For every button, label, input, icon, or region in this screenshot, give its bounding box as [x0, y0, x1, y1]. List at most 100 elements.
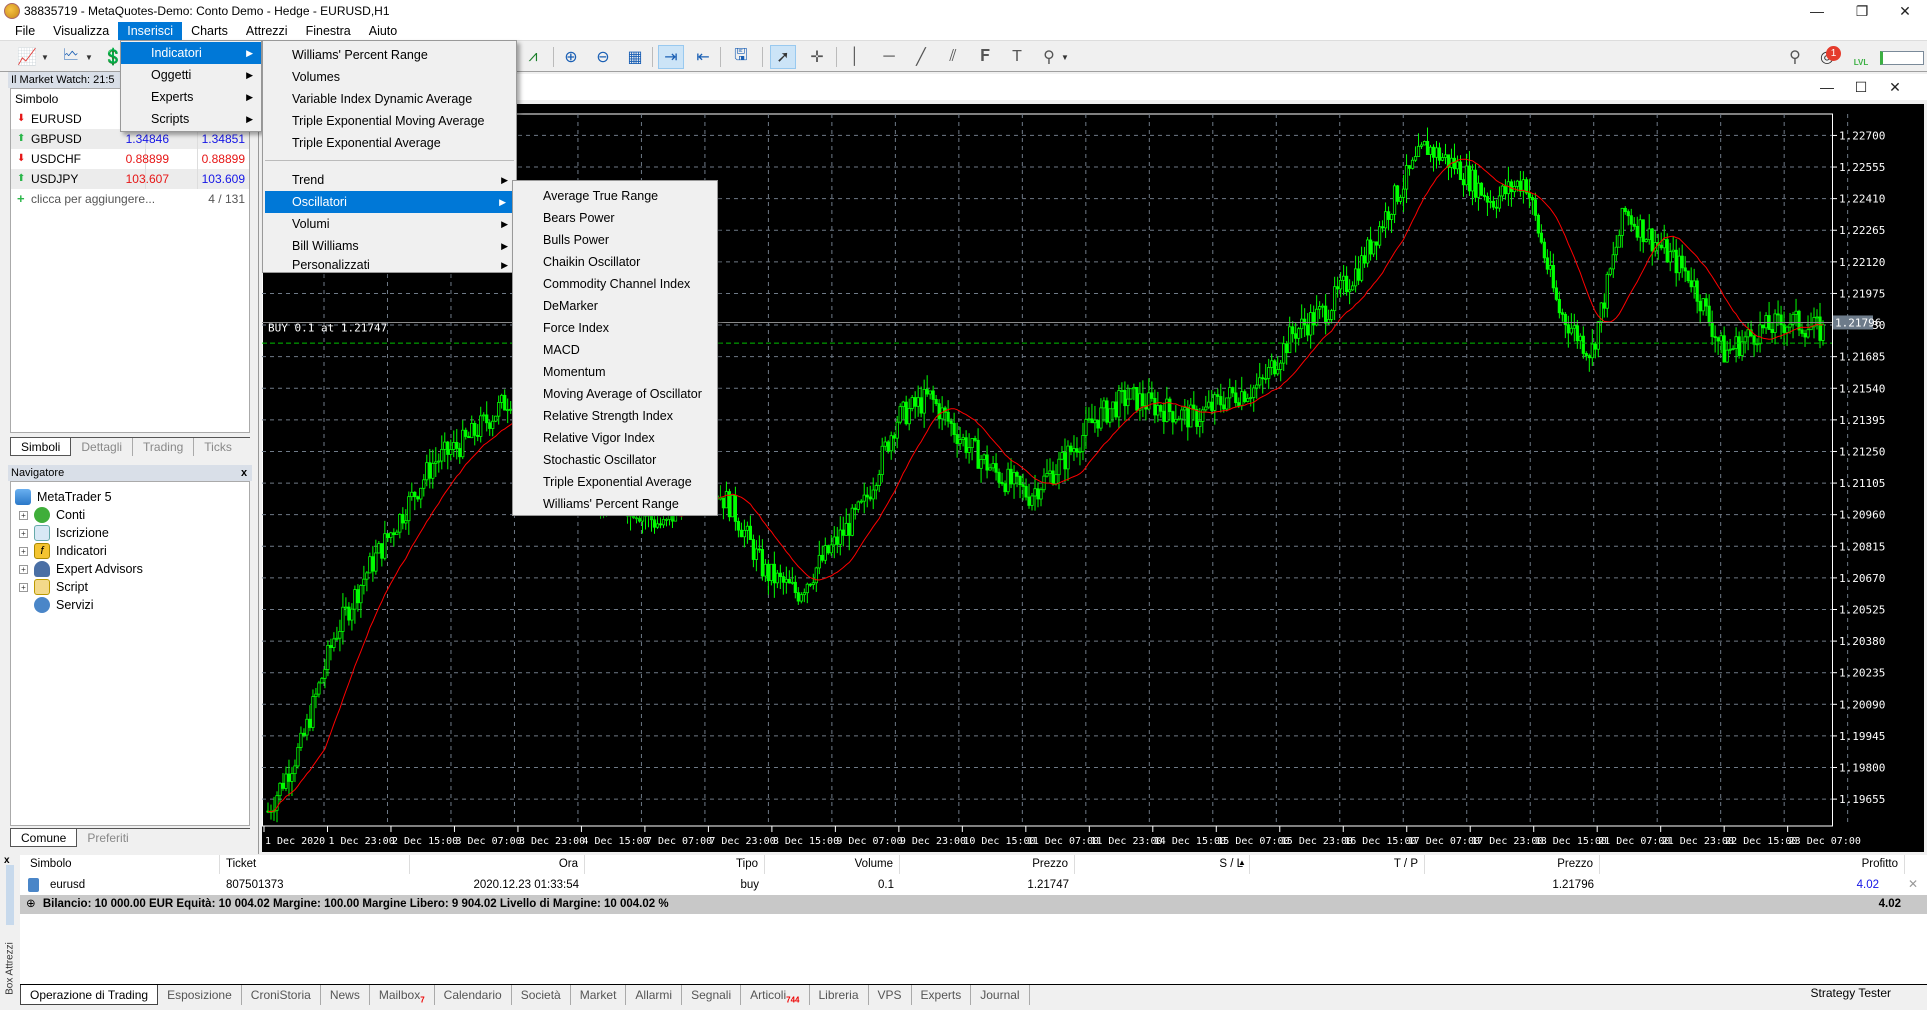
menu-item-oscillator[interactable]: DeMarker	[513, 295, 717, 317]
tab-experts[interactable]: Experts	[912, 985, 972, 1005]
menu-item-tema[interactable]: Triple Exponential Moving Average	[263, 110, 516, 132]
menu-item-vidya[interactable]: Variable Index Dynamic Average	[263, 88, 516, 110]
column-header[interactable]: Volume	[765, 855, 900, 874]
zoom-out-icon[interactable]: ⊖	[590, 45, 616, 69]
tab-segnali[interactable]: Segnali	[682, 985, 742, 1005]
menu-item-oscillator[interactable]: MACD	[513, 339, 717, 361]
menu-charts[interactable]: Charts	[182, 22, 237, 40]
menu-item-oscillator[interactable]: Relative Vigor Index	[513, 427, 717, 449]
menu-item-oscillator[interactable]: Relative Strength Index	[513, 405, 717, 427]
column-header[interactable]: Profitto	[1600, 855, 1905, 874]
menu-item-oscillator[interactable]: Chaikin Oscillator	[513, 251, 717, 273]
menu-item-oscillator[interactable]: Momentum	[513, 361, 717, 383]
menu-item-trend[interactable]: Trend ▶	[263, 169, 516, 191]
menu-visualizza[interactable]: Visualizza	[44, 22, 118, 40]
chart-close-button[interactable]: ✕	[1873, 76, 1917, 98]
strategy-tester-tab[interactable]: Strategy Tester	[1811, 986, 1891, 1000]
tab-dettagli[interactable]: Dettagli	[71, 438, 134, 456]
new-chart-icon[interactable]: 📈	[14, 45, 40, 69]
tab-calendario[interactable]: Calendario	[435, 985, 512, 1005]
tab-operazione-di-trading[interactable]: Operazione di Trading	[20, 985, 159, 1005]
auto-scroll-icon[interactable]: ⇤	[690, 45, 716, 69]
fibonacci-icon[interactable]: 𝐅	[972, 45, 998, 69]
menu-item-indicatori[interactable]: Indicatori ▶	[121, 42, 261, 64]
zoom-in-icon[interactable]: ⊕	[558, 45, 584, 69]
column-header[interactable]: Ora	[410, 855, 585, 874]
minimize-button[interactable]: —	[1795, 0, 1839, 22]
menu-item-oscillator[interactable]: Commodity Channel Index	[513, 273, 717, 295]
text-icon[interactable]: T	[1004, 45, 1030, 69]
line-chart-icon[interactable]: ⩘	[520, 45, 546, 69]
trendline-icon[interactable]: ╱	[908, 45, 934, 69]
expand-circle-icon[interactable]: ⊕	[26, 898, 36, 910]
navigator-close-button[interactable]: x	[236, 465, 252, 481]
tab-trading[interactable]: Trading	[133, 438, 195, 456]
tile-windows-icon[interactable]: ▦	[622, 45, 648, 69]
header-simbolo[interactable]: Simbolo	[15, 89, 58, 109]
chevron-down-icon[interactable]: ▼	[1060, 45, 1070, 69]
vertical-line-icon[interactable]: │	[842, 45, 868, 69]
tab-esposizione[interactable]: Esposizione	[158, 985, 242, 1005]
menu-item-oscillator[interactable]: Bulls Power	[513, 229, 717, 251]
crosshair-icon[interactable]: ✛	[804, 45, 830, 69]
close-position-icon[interactable]: ✕	[1908, 877, 1918, 891]
menu-item-volumes[interactable]: Volumes	[263, 66, 516, 88]
cursor-icon[interactable]: ➚	[770, 45, 796, 69]
market-watch-row[interactable]: ⬆ USDJPY 103.607 103.609	[11, 169, 249, 189]
tab-journal[interactable]: Journal	[971, 985, 1030, 1005]
menu-item-oscillator[interactable]: Bears Power	[513, 207, 717, 229]
market-watch-row[interactable]: ⬇ USDCHF 0.88899 0.88899	[11, 149, 249, 169]
menu-item-bill-williams[interactable]: Bill Williams ▶	[263, 235, 516, 257]
nav-item-servizi[interactable]: Servizi	[34, 596, 94, 614]
close-button[interactable]: ✕	[1883, 0, 1927, 22]
column-header[interactable]: Simbolo	[20, 855, 220, 874]
tab-vps[interactable]: VPS	[869, 985, 912, 1005]
market-watch-row[interactable]: ⬆ GBPUSD 1.34846 1.34851	[11, 129, 249, 149]
tab-comune[interactable]: Comune	[10, 829, 78, 847]
search-icon[interactable]: ⚲	[1782, 45, 1808, 69]
tab-ticks[interactable]: Ticks	[194, 438, 242, 456]
add-symbol-row[interactable]: + clicca per aggiungere... 4 / 131	[11, 189, 249, 209]
menu-item-oscillator[interactable]: Williams' Percent Range	[513, 493, 717, 515]
tab-allarmi[interactable]: Allarmi	[626, 985, 683, 1005]
menu-file[interactable]: File	[0, 22, 44, 40]
column-header[interactable]: S / L	[1075, 855, 1250, 874]
nav-root[interactable]: MetaTrader 5	[15, 488, 112, 506]
nav-item-expert-advisors[interactable]: + Expert Advisors	[19, 560, 143, 578]
toolbox-scroll[interactable]	[6, 865, 14, 925]
column-header[interactable]: Prezzo	[900, 855, 1075, 874]
nav-item-indicatori[interactable]: + f Indicatori	[19, 542, 107, 560]
menu-item-personalizzati[interactable]: Personalizzati ▶	[263, 257, 516, 273]
menu-item-oscillator[interactable]: Triple Exponential Average	[513, 471, 717, 493]
chevron-down-icon[interactable]: ▼	[84, 45, 94, 69]
tab-news[interactable]: News	[321, 985, 370, 1005]
profiles-icon[interactable]: 🗠	[58, 45, 84, 69]
menu-item-oscillator[interactable]: Force Index	[513, 317, 717, 339]
menu-item-trix[interactable]: Triple Exponential Average	[263, 132, 516, 154]
chevron-down-icon[interactable]: ▼	[40, 45, 50, 69]
tab-articoli[interactable]: Articoli744	[741, 985, 810, 1005]
menu-aiuto[interactable]: Aiuto	[360, 22, 407, 40]
menu-finestra[interactable]: Finestra	[297, 22, 360, 40]
chart-shift-icon[interactable]: ⇥	[658, 45, 684, 69]
menu-item-scripts[interactable]: Scripts ▶	[121, 108, 261, 130]
menu-item-oscillator[interactable]: Average True Range	[513, 185, 717, 207]
sort-ascending-icon[interactable]: ▲	[1238, 858, 1246, 867]
tab-market[interactable]: Market	[571, 985, 627, 1005]
menu-item-oscillator[interactable]: Moving Average of Oscillator	[513, 383, 717, 405]
column-header[interactable]: Prezzo	[1425, 855, 1600, 874]
column-header[interactable]: T / P	[1250, 855, 1425, 874]
tab-cronistoria[interactable]: CroniStoria	[242, 985, 321, 1005]
menu-item-williams-percent-range[interactable]: Williams' Percent Range	[263, 44, 516, 66]
expand-icon[interactable]: +	[19, 582, 28, 592]
horizontal-line-icon[interactable]: ─	[876, 45, 902, 69]
shapes-icon[interactable]: ⚲	[1036, 45, 1062, 69]
expand-icon[interactable]: +	[19, 564, 28, 574]
tab-simboli[interactable]: Simboli	[10, 438, 72, 456]
menu-item-oggetti[interactable]: Oggetti ▶	[121, 64, 261, 86]
column-header[interactable]: Ticket	[220, 855, 410, 874]
menu-item-oscillator[interactable]: Stochastic Oscillator	[513, 449, 717, 471]
nav-item-iscrizione[interactable]: + Iscrizione	[19, 524, 109, 542]
nav-item-conti[interactable]: + Conti	[19, 506, 85, 524]
tab-societ-[interactable]: Società	[512, 985, 571, 1005]
